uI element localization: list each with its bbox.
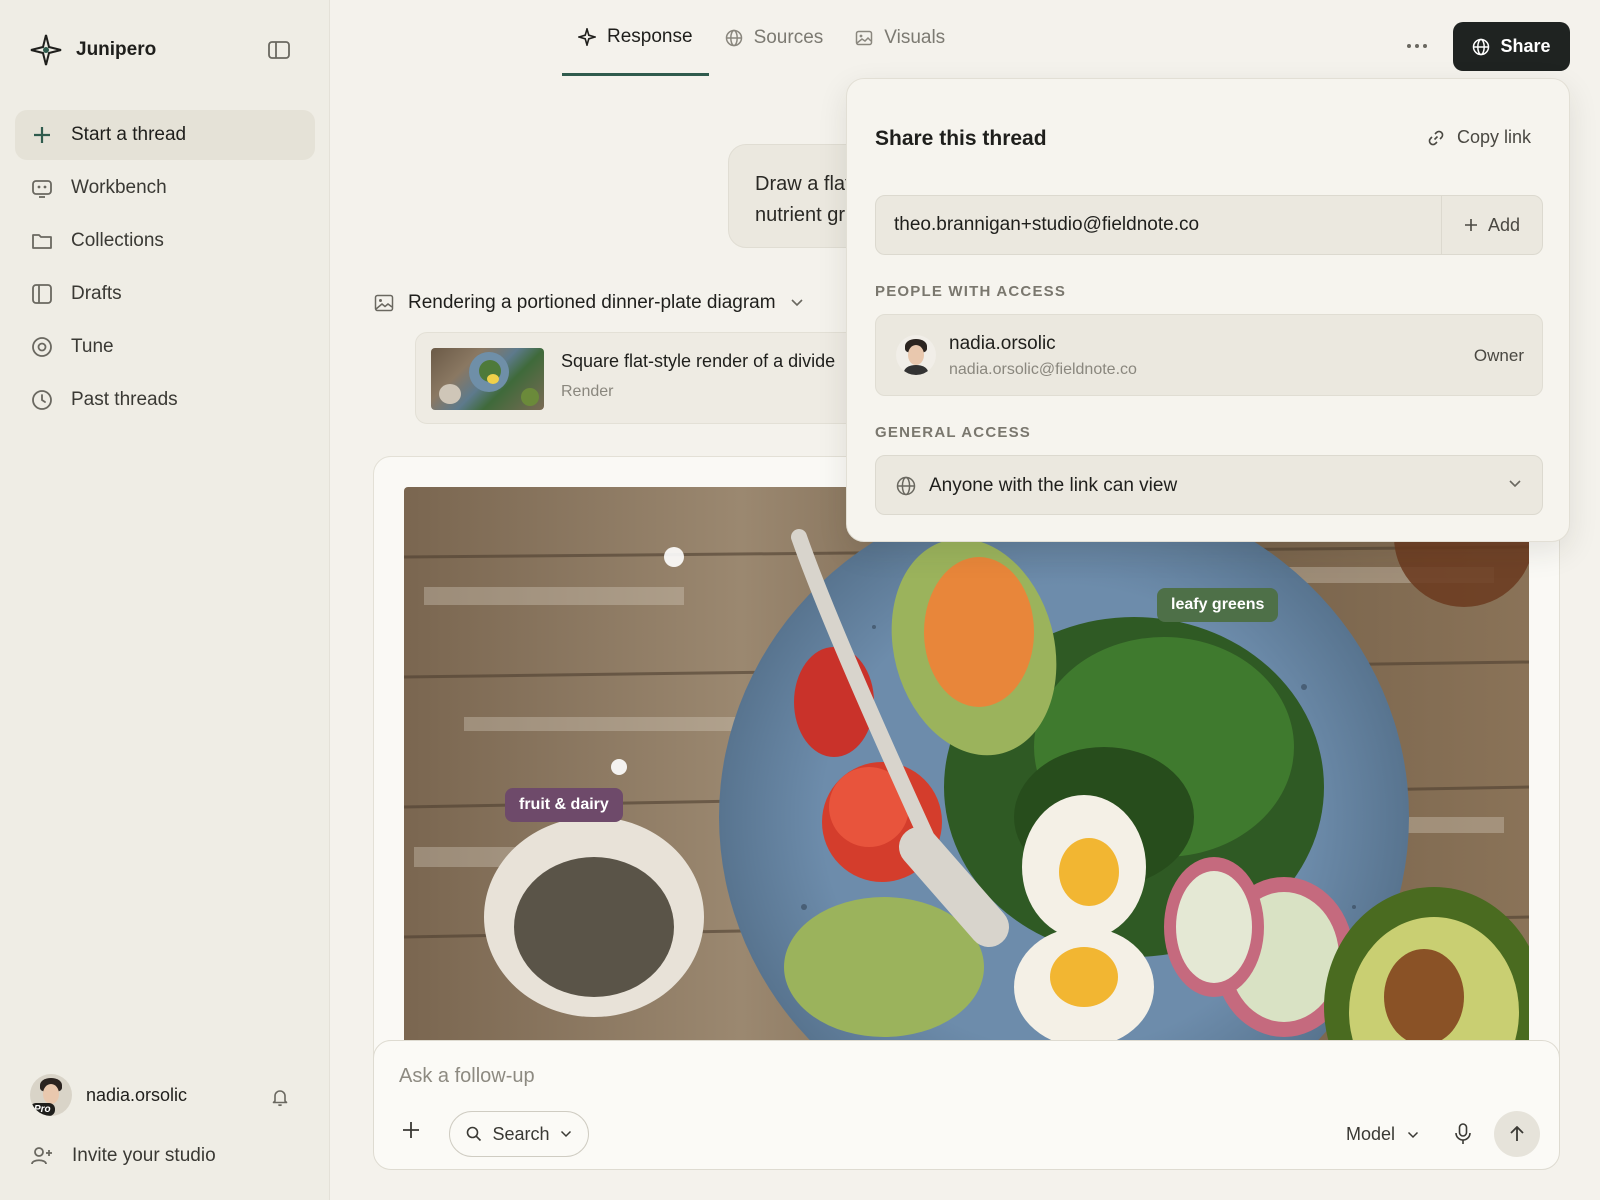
tab-label: Response xyxy=(607,25,693,47)
sidebar-item-label: Past threads xyxy=(71,389,178,410)
add-invite-button[interactable]: Add xyxy=(1441,196,1542,254)
person-email: nadia.orsolic@fieldnote.co xyxy=(949,361,1137,378)
chevron-down-icon xyxy=(790,298,804,308)
search-icon xyxy=(466,1126,482,1142)
send-button[interactable] xyxy=(1494,1111,1540,1157)
tab-label: Sources xyxy=(753,27,824,48)
sidebar: Junipero Start a thread Workbench Collec… xyxy=(0,0,330,1200)
arrow-up-icon xyxy=(1509,1125,1525,1143)
sidebar-toggle-icon[interactable] xyxy=(268,40,292,62)
folder-icon xyxy=(31,230,53,252)
search-label: Search xyxy=(492,1123,550,1144)
globe-icon xyxy=(1472,38,1490,56)
share-label: Share xyxy=(1500,36,1551,56)
render-thumbnail xyxy=(431,348,544,410)
tab-response[interactable]: Response xyxy=(562,0,709,76)
image-label-fruit-dairy: fruit & dairy xyxy=(505,788,623,822)
tab-sources[interactable]: Sources xyxy=(709,0,840,76)
model-selector[interactable]: Model xyxy=(1346,1124,1419,1145)
chevron-down-icon xyxy=(1508,479,1522,489)
result-tabs: Response Sources Visuals xyxy=(562,0,961,76)
render-status-text: Rendering a portioned dinner-plate diagr… xyxy=(408,292,776,313)
general-access-heading: GENERAL ACCESS xyxy=(875,424,1031,441)
chevron-down-icon xyxy=(560,1130,572,1138)
plus-icon xyxy=(1464,218,1478,232)
plus-icon xyxy=(31,124,53,146)
sidebar-item-workbench[interactable]: Workbench xyxy=(15,163,315,213)
render-card-title: Square flat-style render of a divide xyxy=(561,351,836,371)
globe-icon xyxy=(725,29,743,47)
tune-icon xyxy=(31,336,53,358)
tab-label: Visuals xyxy=(884,27,946,48)
search-mode-button[interactable]: Search xyxy=(449,1111,589,1157)
general-access-value: Anyone with the link can view xyxy=(929,475,1178,496)
sidebar-item-past-threads[interactable]: Past threads xyxy=(15,375,315,425)
share-panel-title: Share this thread xyxy=(875,127,1047,150)
generated-image-card xyxy=(373,456,1560,1116)
bell-icon[interactable] xyxy=(270,1087,290,1107)
logo-icon xyxy=(30,34,62,66)
sidebar-item-label: Start a thread xyxy=(71,124,187,145)
globe-icon xyxy=(896,476,916,496)
image-icon xyxy=(374,294,394,312)
sidebar-item-drafts[interactable]: Drafts xyxy=(15,269,315,319)
invite-label: Invite your studio xyxy=(72,1145,216,1166)
share-button[interactable]: Share xyxy=(1453,22,1570,71)
user-profile[interactable]: Pro nadia.orsolic xyxy=(30,1074,187,1116)
brand[interactable]: Junipero xyxy=(30,34,156,66)
microphone-icon[interactable] xyxy=(1454,1123,1472,1145)
avatar xyxy=(896,335,936,375)
sidebar-item-label: Tune xyxy=(71,336,114,357)
app-name: Junipero xyxy=(76,39,157,60)
sidebar-item-label: Workbench xyxy=(71,177,167,198)
follow-up-input[interactable]: Ask a follow-up xyxy=(399,1065,535,1088)
clock-icon xyxy=(31,389,53,411)
sidebar-username: nadia.orsolic xyxy=(86,1084,188,1105)
sidebar-item-start-thread[interactable]: Start a thread xyxy=(15,110,315,160)
pro-badge: Pro xyxy=(30,1103,55,1116)
model-label: Model xyxy=(1346,1124,1396,1144)
person-role: Owner xyxy=(1473,346,1524,365)
sidebar-item-label: Drafts xyxy=(71,283,122,304)
sidebar-item-collections[interactable]: Collections xyxy=(15,216,315,266)
sidebar-nav: Start a thread Workbench Collections Dra… xyxy=(15,110,315,428)
image-label-leafy-greens: leafy greens xyxy=(1157,588,1279,622)
add-label: Add xyxy=(1487,214,1521,235)
people-with-access-heading: PEOPLE WITH ACCESS xyxy=(875,283,1067,300)
share-panel: Share this thread Copy link theo.brannig… xyxy=(846,78,1570,542)
person-name: nadia.orsolic xyxy=(949,333,1056,354)
access-person-row[interactable]: nadia.orsolic nadia.orsolic@fieldnote.co… xyxy=(875,314,1543,396)
avatar: Pro xyxy=(30,1074,72,1116)
copy-link-button[interactable]: Copy link xyxy=(1427,127,1531,148)
sidebar-item-label: Collections xyxy=(71,230,164,251)
composer: Ask a follow-up Search Model xyxy=(373,1040,1560,1170)
render-card-subtitle: Render xyxy=(561,383,614,400)
general-access-select[interactable]: Anyone with the link can view xyxy=(875,455,1543,515)
sparkle-icon xyxy=(578,27,596,46)
link-icon xyxy=(1427,129,1445,147)
drafts-icon xyxy=(31,283,53,305)
chevron-down-icon xyxy=(1407,1131,1419,1139)
tab-visuals[interactable]: Visuals xyxy=(839,0,961,76)
more-options-icon[interactable] xyxy=(1402,34,1432,58)
invite-email-field[interactable]: theo.brannigan+studio@fieldnote.co Add xyxy=(875,195,1543,255)
invite-studio-link[interactable]: Invite your studio xyxy=(30,1145,216,1167)
image-icon xyxy=(855,29,873,47)
invite-email-value: theo.brannigan+studio@fieldnote.co xyxy=(894,214,1200,235)
add-user-icon xyxy=(30,1145,54,1167)
copy-link-label: Copy link xyxy=(1457,127,1532,147)
workbench-icon xyxy=(31,177,53,199)
attach-plus-icon[interactable] xyxy=(402,1121,420,1139)
render-status[interactable]: Rendering a portioned dinner-plate diagr… xyxy=(374,292,804,314)
sidebar-item-tune[interactable]: Tune xyxy=(15,322,315,372)
